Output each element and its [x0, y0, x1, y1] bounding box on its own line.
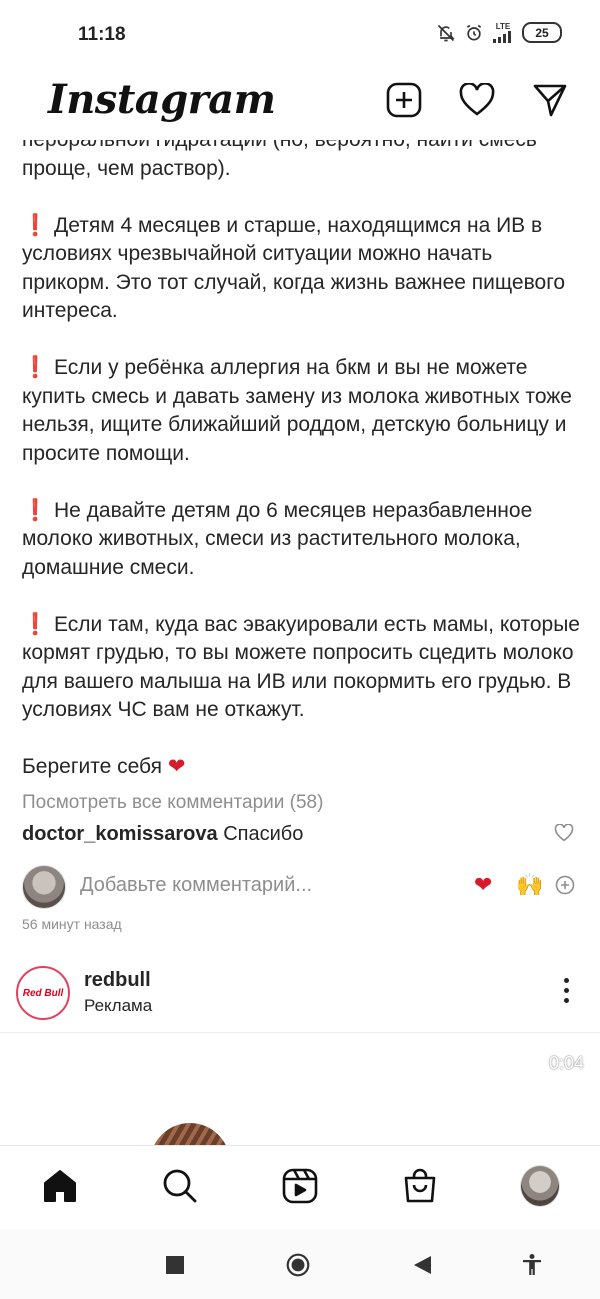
- caption-text: Если там, куда вас эвакуировали есть мам…: [22, 612, 580, 722]
- lte-indicator: LTE: [495, 21, 511, 31]
- red-heart-icon: ❤: [167, 755, 186, 778]
- dot-icon: [564, 998, 569, 1003]
- clock: 11:18: [78, 24, 126, 45]
- triangle-back-icon: [414, 1256, 431, 1274]
- post-video[interactable]: 0:04: [0, 1033, 600, 1145]
- dot-icon: [564, 978, 569, 983]
- caption-paragraph: ❗ Не давайте детям до 6 месяцев неразбав…: [22, 497, 582, 583]
- dot-icon: [564, 988, 569, 993]
- exclamation-icon: ❗: [22, 356, 49, 379]
- caption-paragraph: ❗ Детям 4 месяцев и старше, находящимся …: [22, 212, 582, 326]
- circle-icon: [286, 1253, 310, 1277]
- nav-profile[interactable]: [520, 1165, 560, 1207]
- sponsored-label: Реклама: [84, 996, 153, 1015]
- caption-text: Детям 4 месяцев и старше, находящимся на…: [22, 213, 566, 323]
- nav-reels[interactable]: [280, 1166, 320, 1206]
- heart-outline-icon: [554, 823, 574, 842]
- exclamation-icon: ❗: [22, 213, 49, 237]
- instagram-logo[interactable]: Instagram: [48, 76, 276, 123]
- nav-home[interactable]: [40, 1166, 80, 1206]
- comment-username[interactable]: doctor_komissarova: [22, 823, 218, 845]
- shopping-bag-icon: [404, 1168, 436, 1203]
- bottom-navigation: [0, 1145, 600, 1230]
- activity-button[interactable]: [459, 82, 495, 118]
- square-icon: [166, 1256, 184, 1274]
- alarm-icon: [466, 24, 482, 40]
- post-timestamp: 56 минут назад: [22, 916, 122, 932]
- nav-shop[interactable]: [400, 1166, 440, 1206]
- plus-square-icon: [386, 82, 422, 118]
- comment-row: doctor_komissarova Спасибо: [22, 823, 303, 846]
- caption-paragraph: ❗ Если у ребёнка аллергия на бкм и вы не…: [22, 354, 582, 468]
- comment-like-button[interactable]: [554, 823, 574, 847]
- exclamation-icon: ❗: [22, 498, 49, 522]
- add-comment-row: Добавьте комментарий... ❤ 🙌: [0, 860, 600, 912]
- video-duration: 0:04: [548, 1053, 584, 1073]
- accessibility-icon: [523, 1254, 541, 1275]
- video-frame: [150, 1123, 230, 1145]
- heart-outline-icon: [459, 83, 495, 116]
- avatar: [520, 1165, 560, 1207]
- exclamation-icon: ❗: [22, 612, 49, 636]
- comment-input[interactable]: Добавьте комментарий...: [80, 874, 312, 897]
- avatar: [22, 865, 66, 909]
- paper-plane-icon: [533, 84, 567, 117]
- post-header: Red Bull redbull Реклама: [0, 958, 600, 1033]
- nav-search[interactable]: [160, 1166, 200, 1206]
- system-navigation-bar: [0, 1229, 600, 1299]
- redbull-logo: Red Bull: [22, 972, 64, 1014]
- avatar[interactable]: Red Bull: [16, 966, 70, 1020]
- new-post-button[interactable]: [386, 82, 422, 118]
- direct-messages-button[interactable]: [532, 82, 568, 118]
- status-bar: 11:18 LTE 25: [0, 0, 600, 70]
- back-button[interactable]: [410, 1253, 434, 1277]
- home-icon: [44, 1170, 76, 1202]
- recent-apps-button[interactable]: [163, 1253, 187, 1277]
- view-all-comments-link[interactable]: Посмотреть все комментарии (58): [22, 792, 323, 814]
- home-button[interactable]: [286, 1253, 310, 1277]
- caption-closing: Берегите себя ❤: [22, 753, 582, 782]
- quick-reaction-heart[interactable]: ❤: [474, 872, 492, 898]
- battery-indicator: 25: [522, 22, 562, 43]
- post-username[interactable]: redbull: [84, 969, 151, 992]
- caption-text: Не давайте детям до 6 месяцев неразбавле…: [22, 498, 533, 579]
- quick-reaction-raised-hands[interactable]: 🙌: [516, 872, 543, 898]
- reels-icon: [282, 1168, 318, 1204]
- plus-circle-icon: [555, 875, 575, 895]
- comment-text: Спасибо: [223, 823, 304, 845]
- bell-muted-icon: [437, 24, 455, 41]
- accessibility-button[interactable]: [520, 1253, 544, 1277]
- caption-text: Берегите себя: [22, 755, 162, 778]
- more-options-button[interactable]: [564, 978, 570, 1008]
- signal-icon: [493, 30, 511, 43]
- caption-paragraph: ❗ Если там, куда вас эвакуировали есть м…: [22, 611, 582, 725]
- status-icons: LTE 25: [436, 22, 562, 43]
- more-reactions-button[interactable]: [555, 875, 575, 900]
- caption-text: Если у ребёнка аллергия на бкм и вы не м…: [22, 356, 572, 465]
- search-icon: [163, 1169, 197, 1203]
- app-header: Instagram: [0, 70, 600, 140]
- post-caption: пероральной гидратации (но, вероятно, на…: [22, 126, 582, 782]
